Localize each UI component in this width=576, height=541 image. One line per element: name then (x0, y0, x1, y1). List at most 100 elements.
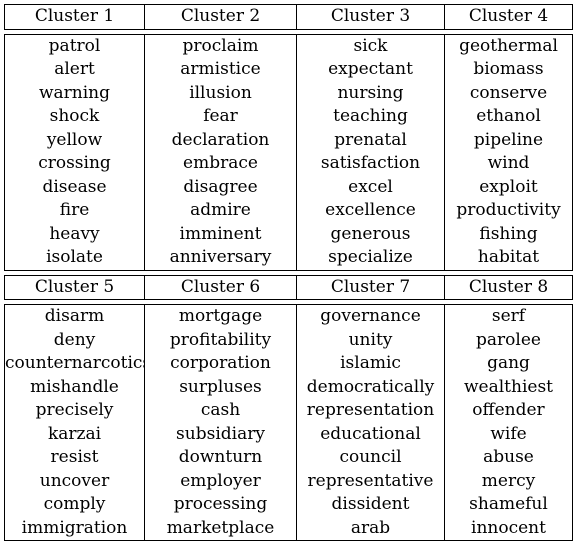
word-cell: precisely (4, 399, 145, 423)
word-cell: proclaim (144, 33, 297, 58)
word-cell: representative (296, 469, 445, 493)
word-cell: abuse (444, 446, 573, 470)
table-row: warning illusion nursing conserve (4, 81, 573, 105)
word-cell: warning (4, 81, 145, 105)
word-cell: parolee (444, 328, 573, 352)
word-cell: unity (296, 328, 445, 352)
word-cell: prenatal (296, 128, 445, 152)
page: Cluster 1 Cluster 2 Cluster 3 Cluster 4 patr… (0, 0, 576, 541)
table-row: deny profitability unity parolee (4, 328, 573, 352)
word-cell: generous (296, 222, 445, 246)
word-cell: resist (4, 446, 145, 470)
word-cell: disease (4, 175, 145, 199)
word-cell: educational (296, 422, 445, 446)
word-cell: counternarcotics (4, 352, 145, 376)
word-cell: subsidiary (144, 422, 297, 446)
word-cell: marketplace (144, 516, 297, 541)
word-cell: uncover (4, 469, 145, 493)
word-cell: fear (144, 105, 297, 129)
word-cell: excel (296, 175, 445, 199)
word-cell: mortgage (144, 304, 297, 329)
cluster-table-body: Cluster 1 Cluster 2 Cluster 3 Cluster 4 patr… (4, 4, 573, 541)
word-cell: gang (444, 352, 573, 376)
word-cell: cash (144, 399, 297, 423)
word-cell: shameful (444, 493, 573, 517)
word-cell: sick (296, 33, 445, 58)
word-cell: employer (144, 469, 297, 493)
word-cell: offender (444, 399, 573, 423)
table-row: shock fear teaching ethanol (4, 105, 573, 129)
table-row: uncover employer representative mercy (4, 469, 573, 493)
word-cell: habitat (444, 246, 573, 271)
table-row: patrol proclaim sick geothermal (4, 33, 573, 58)
word-cell: council (296, 446, 445, 470)
word-cell: pipeline (444, 128, 573, 152)
word-cell: wealthiest (444, 375, 573, 399)
cluster-header: Cluster 1 (4, 4, 145, 30)
word-cell: governance (296, 304, 445, 329)
word-cell: democratically (296, 375, 445, 399)
word-cell: serf (444, 304, 573, 329)
cluster-header: Cluster 2 (144, 4, 297, 30)
word-cell: arab (296, 516, 445, 541)
word-cell: specialize (296, 246, 445, 271)
cluster-header: Cluster 6 (144, 274, 297, 300)
word-cell: patrol (4, 33, 145, 58)
word-cell: innocent (444, 516, 573, 541)
table-row: karzai subsidiary educational wife (4, 422, 573, 446)
word-cell: imminent (144, 222, 297, 246)
word-cell: disagree (144, 175, 297, 199)
word-cell: fire (4, 199, 145, 223)
cluster-header: Cluster 8 (444, 274, 573, 300)
cluster-header: Cluster 3 (296, 4, 445, 30)
word-cell: wind (444, 152, 573, 176)
table-row: mishandle surpluses democratically wealthie… (4, 375, 573, 399)
word-cell: disarm (4, 304, 145, 329)
cluster-header: Cluster 7 (296, 274, 445, 300)
cluster-header: Cluster 5 (4, 274, 145, 300)
word-cell: mercy (444, 469, 573, 493)
word-cell: biomass (444, 58, 573, 82)
word-cell: satisfaction (296, 152, 445, 176)
word-cell: admire (144, 199, 297, 223)
table-row: crossing embrace satisfaction wind (4, 152, 573, 176)
word-cell: fishing (444, 222, 573, 246)
word-cell: deny (4, 328, 145, 352)
word-cell: ethanol (444, 105, 573, 129)
word-cell: processing (144, 493, 297, 517)
word-cell: yellow (4, 128, 145, 152)
table-row: counternarcotics corporation islamic gang (4, 352, 573, 376)
word-cell: alert (4, 58, 145, 82)
word-cell: surpluses (144, 375, 297, 399)
table-row: disarm mortgage governance serf (4, 304, 573, 329)
word-cell: geothermal (444, 33, 573, 58)
word-cell: corporation (144, 352, 297, 376)
table-row: comply processing dissident shameful (4, 493, 573, 517)
word-cell: excellence (296, 199, 445, 223)
word-cell: comply (4, 493, 145, 517)
table-row: fire admire excellence productivity (4, 199, 573, 223)
table-row: precisely cash representation offender (4, 399, 573, 423)
table-row: isolate anniversary specialize habitat (4, 246, 573, 271)
word-cell: isolate (4, 246, 145, 271)
word-cell: crossing (4, 152, 145, 176)
cluster-header: Cluster 4 (444, 4, 573, 30)
word-cell: illusion (144, 81, 297, 105)
word-cell: shock (4, 105, 145, 129)
word-cell: downturn (144, 446, 297, 470)
word-cell: teaching (296, 105, 445, 129)
word-cell: productivity (444, 199, 573, 223)
table-row: alert armistice expectant biomass (4, 58, 573, 82)
word-cell: profitability (144, 328, 297, 352)
word-cell: embrace (144, 152, 297, 176)
word-cell: anniversary (144, 246, 297, 271)
word-cell: wife (444, 422, 573, 446)
table-row: disease disagree excel exploit (4, 175, 573, 199)
table-row: immigration marketplace arab innocent (4, 516, 573, 541)
word-cell: dissident (296, 493, 445, 517)
cluster-table: Cluster 1 Cluster 2 Cluster 3 Cluster 4 patr… (4, 4, 573, 541)
word-cell: expectant (296, 58, 445, 82)
word-cell: karzai (4, 422, 145, 446)
table-row: resist downturn council abuse (4, 446, 573, 470)
table-row: yellow declaration prenatal pipeline (4, 128, 573, 152)
